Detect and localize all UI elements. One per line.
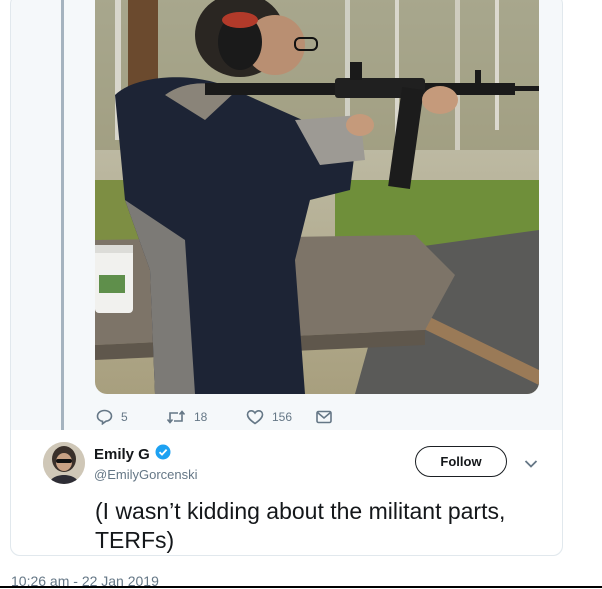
divider (0, 586, 602, 588)
reply-tweet: Emily G @EmilyGorcenski Follow (I wasn’t… (11, 430, 562, 555)
display-name[interactable]: Emily G (94, 444, 171, 464)
thread-line (61, 0, 64, 435)
display-name-text: Emily G (94, 445, 150, 463)
tweet-photo[interactable] (95, 0, 539, 394)
verified-badge-icon (155, 444, 171, 464)
reply-action[interactable]: 5 (96, 409, 166, 425)
follow-button[interactable]: Follow (415, 446, 507, 477)
like-action[interactable]: 156 (246, 409, 316, 425)
message-icon (316, 410, 332, 424)
retweet-count: 18 (194, 410, 208, 424)
tweet-text: (I wasn’t kidding about the militant par… (95, 498, 506, 553)
message-action[interactable] (316, 410, 332, 424)
chevron-down-icon[interactable] (524, 456, 538, 474)
reply-icon (96, 409, 113, 425)
avatar[interactable] (43, 442, 85, 484)
like-count: 156 (272, 410, 293, 424)
retweet-icon (166, 409, 186, 425)
user-handle[interactable]: @EmilyGorcenski (94, 467, 198, 482)
like-icon (246, 409, 264, 425)
reply-count: 5 (121, 410, 128, 424)
retweet-action[interactable]: 18 (166, 409, 246, 425)
tweet-actions: 5 18 156 (96, 408, 332, 426)
